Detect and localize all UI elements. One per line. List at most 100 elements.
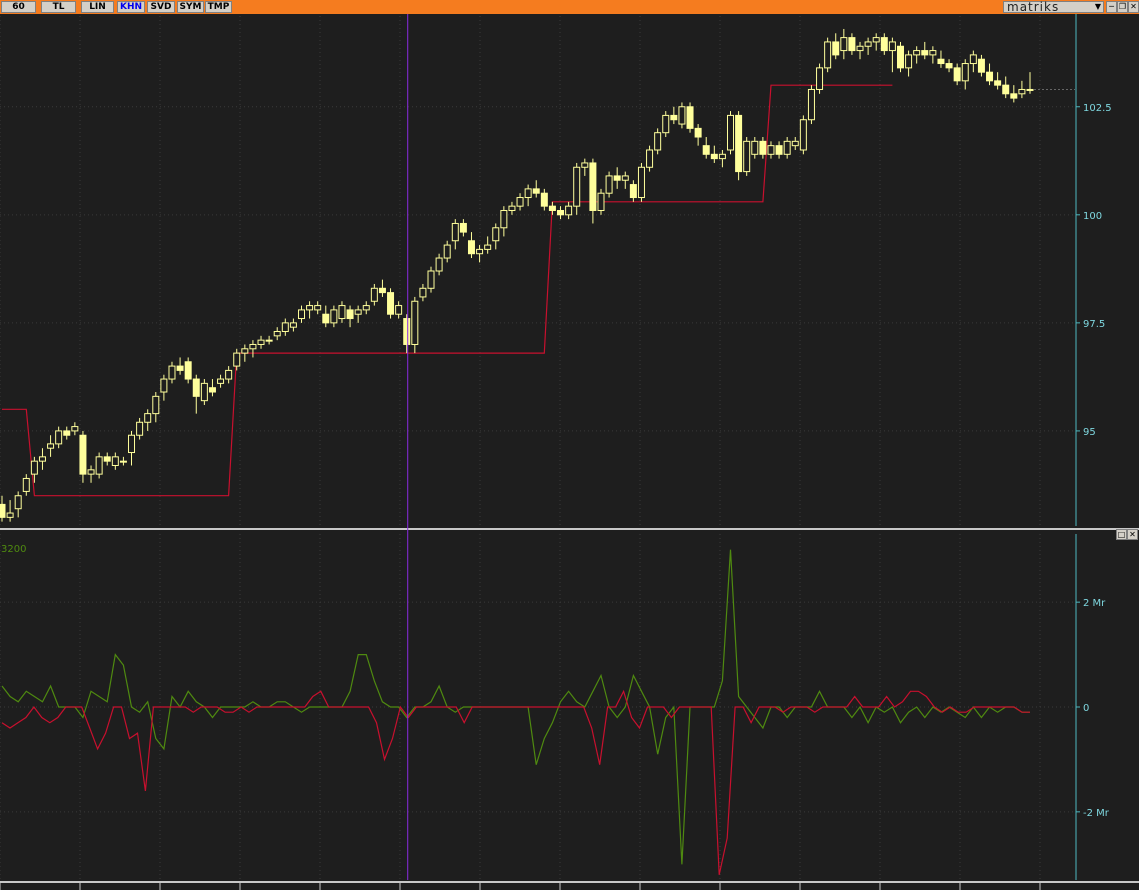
candle-body (548, 205, 556, 211)
candle-body (994, 80, 1002, 86)
candle (613, 167, 621, 189)
candle (896, 41, 904, 73)
candle (362, 301, 370, 315)
candle-body (87, 469, 95, 475)
candle-body (840, 37, 848, 52)
candle-body (807, 88, 815, 121)
candle (848, 33, 856, 55)
candle-body (306, 305, 314, 311)
candle-body (95, 456, 103, 475)
candle-body (775, 145, 783, 155)
candle (767, 141, 775, 159)
candlestick-button[interactable]: KHN (117, 1, 145, 13)
linear-scale-button[interactable]: LIN (81, 1, 114, 13)
candle (727, 111, 735, 155)
indicator-tick-label: 2 Mr (1083, 598, 1106, 609)
symbol-button[interactable]: SYM (177, 1, 204, 13)
close-icon[interactable]: ✕ (1128, 1, 1139, 13)
candle (208, 379, 216, 397)
candle-body (977, 58, 985, 73)
volume-button[interactable]: SVD (147, 1, 175, 13)
candle (783, 137, 791, 159)
candle-body (241, 348, 249, 354)
candle (678, 102, 686, 129)
restore-icon[interactable]: ❐ (1117, 1, 1128, 13)
minimize-icon[interactable]: ─ (1106, 1, 1117, 13)
candle-body (832, 41, 840, 56)
candle (119, 456, 127, 466)
candle (807, 85, 815, 125)
candle-body (718, 153, 726, 160)
candle (621, 171, 629, 189)
candle-body (816, 67, 824, 90)
candle-body (257, 339, 265, 345)
candle-body (111, 456, 119, 466)
candle (281, 318, 289, 336)
candle-body (395, 305, 403, 315)
candle-body (961, 63, 969, 82)
candle (694, 124, 702, 146)
candle-body (144, 413, 152, 423)
candle (71, 422, 79, 436)
candle-body (573, 166, 581, 207)
candle (832, 33, 840, 60)
candle-body (47, 443, 55, 449)
candle (476, 245, 484, 263)
candle (605, 171, 613, 198)
candle (921, 41, 929, 60)
candle (565, 201, 573, 220)
brand-logo: matriks (1007, 0, 1060, 14)
candle-body (208, 387, 216, 393)
candle-body (451, 222, 459, 242)
candle (144, 409, 152, 431)
close-icon[interactable]: ✕ (1127, 529, 1138, 540)
candle-body (791, 140, 799, 147)
maximize-icon[interactable]: □ (1116, 529, 1127, 540)
candle-body (880, 37, 888, 52)
candle-body (799, 119, 807, 151)
candle-body (678, 106, 686, 125)
candle-body (783, 140, 791, 155)
candle (840, 28, 848, 60)
candle (265, 335, 273, 345)
candle (225, 366, 233, 384)
candle-body (273, 331, 281, 337)
candle (905, 50, 913, 77)
candle (370, 283, 378, 306)
candle-body (484, 244, 492, 250)
candle-body (500, 209, 508, 229)
candle-body (378, 287, 386, 294)
candle-body (1010, 93, 1018, 99)
candle-body (322, 313, 330, 324)
candle-body (743, 140, 751, 173)
candle (217, 374, 225, 388)
candle-body (152, 395, 160, 415)
candle (961, 59, 969, 90)
candle (467, 232, 475, 259)
candle-body (22, 477, 30, 492)
candle (55, 426, 63, 449)
candle-body (103, 456, 111, 462)
candle (435, 253, 443, 276)
candle-body (176, 365, 184, 371)
candle-body (921, 50, 929, 56)
candle (273, 327, 281, 341)
candle-body (354, 309, 362, 315)
candle (775, 141, 783, 159)
tl-button[interactable]: TL (41, 1, 76, 13)
chart-area[interactable]: 95 97.5 100 102.5 -2 Mr 0 2 Mr 3200 (0, 14, 1139, 890)
candle-body (702, 145, 710, 155)
stop-line-path (2, 84, 893, 497)
candle-body (492, 227, 500, 242)
candle-body (767, 145, 775, 155)
candle-body (419, 287, 427, 298)
interval-60-button[interactable]: 60 (1, 1, 36, 13)
candle (864, 37, 872, 55)
candle-body (200, 382, 208, 402)
brand-dropdown[interactable]: matriks ▼ (1003, 0, 1104, 14)
candle-body (233, 352, 241, 367)
candle-body (184, 361, 192, 380)
candle (937, 50, 945, 68)
candle-body (6, 512, 14, 518)
template-button[interactable]: TMP (205, 1, 232, 13)
